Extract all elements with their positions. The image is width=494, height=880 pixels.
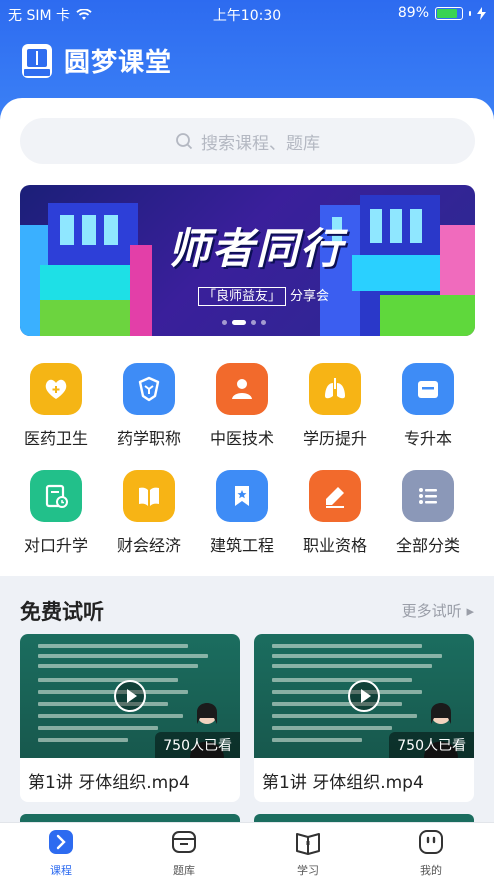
category-qualification[interactable]: 职业资格 <box>294 470 376 556</box>
document-clock-icon <box>30 470 82 522</box>
status-bar: 无 SIM 卡 上午10:30 89% <box>0 0 494 26</box>
section-title-free-trial: 免费试听 <box>20 600 104 624</box>
app-title: 圆梦课堂 <box>64 48 173 78</box>
category-upgrade[interactable]: 专升本 <box>387 363 469 449</box>
folder-icon <box>402 363 454 415</box>
medical-heart-icon <box>30 363 82 415</box>
category-vocational-entry[interactable]: 对口升学 <box>15 470 97 556</box>
chevron-right-icon: ▸ <box>466 602 474 620</box>
tab-question-bank[interactable]: 题库 <box>154 829 214 878</box>
banner-title: 师者同行 <box>168 224 345 273</box>
category-medical[interactable]: 医药卫生 <box>15 363 97 449</box>
category-education[interactable]: 学历提升 <box>294 363 376 449</box>
category-tcm[interactable]: 中医技术 <box>201 363 283 449</box>
list-icon <box>402 470 454 522</box>
search-placeholder: 搜索课程、题库 <box>201 133 320 154</box>
play-icon[interactable] <box>114 680 146 712</box>
promo-banner[interactable]: 师者同行 「良师益友」 分享会 <box>20 185 475 336</box>
pagination-dot-active[interactable] <box>232 320 246 325</box>
video-thumbnail: 750人已看 <box>20 634 240 758</box>
battery-percent: 89% <box>397 5 429 21</box>
search-icon <box>176 133 193 150</box>
edit-pen-icon <box>309 470 361 522</box>
category-construction[interactable]: 建筑工程 <box>201 470 283 556</box>
video-thumbnail: 750人已看 <box>254 634 474 758</box>
video-title: 第1讲 牙体组织.mp4 <box>28 773 190 793</box>
category-pharmacy[interactable]: 药学职称 <box>108 363 190 449</box>
battery-icon <box>435 6 463 20</box>
banner-pagination <box>222 320 266 325</box>
video-title: 第1讲 牙体组织.mp4 <box>262 773 424 793</box>
search-input[interactable]: 搜索课程、题库 <box>20 118 475 164</box>
doctor-person-icon <box>216 363 268 415</box>
video-card[interactable]: 750人已看 第1讲 牙体组织.mp4 <box>20 634 240 802</box>
category-all[interactable]: 全部分类 <box>387 470 469 556</box>
question-bank-icon <box>172 831 196 853</box>
course-arrow-icon <box>49 830 73 854</box>
pagination-dot[interactable] <box>222 320 227 325</box>
tab-course[interactable]: 课程 <box>31 829 91 878</box>
pagination-dot[interactable] <box>261 320 266 325</box>
view-count: 750人已看 <box>155 732 240 758</box>
banner-subtitle: 「良师益友」 分享会 <box>198 285 329 306</box>
charging-icon <box>477 6 486 20</box>
tab-profile[interactable]: 我的 <box>401 829 461 878</box>
tab-study[interactable]: 学习 <box>278 829 338 878</box>
bookmark-star-icon <box>216 470 268 522</box>
open-book-icon <box>123 470 175 522</box>
study-book-icon <box>296 833 320 855</box>
video-card[interactable]: 750人已看 第1讲 牙体组织.mp4 <box>254 634 474 802</box>
bottom-tab-bar: 课程 题库 学习 我的 <box>0 822 494 880</box>
category-finance[interactable]: 财会经济 <box>108 470 190 556</box>
pagination-dot[interactable] <box>251 320 256 325</box>
app-logo <box>22 43 52 78</box>
view-count: 750人已看 <box>389 732 474 758</box>
lungs-icon <box>309 363 361 415</box>
profile-face-icon <box>419 830 443 854</box>
play-icon[interactable] <box>348 680 380 712</box>
more-trials-link[interactable]: 更多试听 ▸ <box>402 600 474 621</box>
pharmacy-shield-icon <box>123 363 175 415</box>
